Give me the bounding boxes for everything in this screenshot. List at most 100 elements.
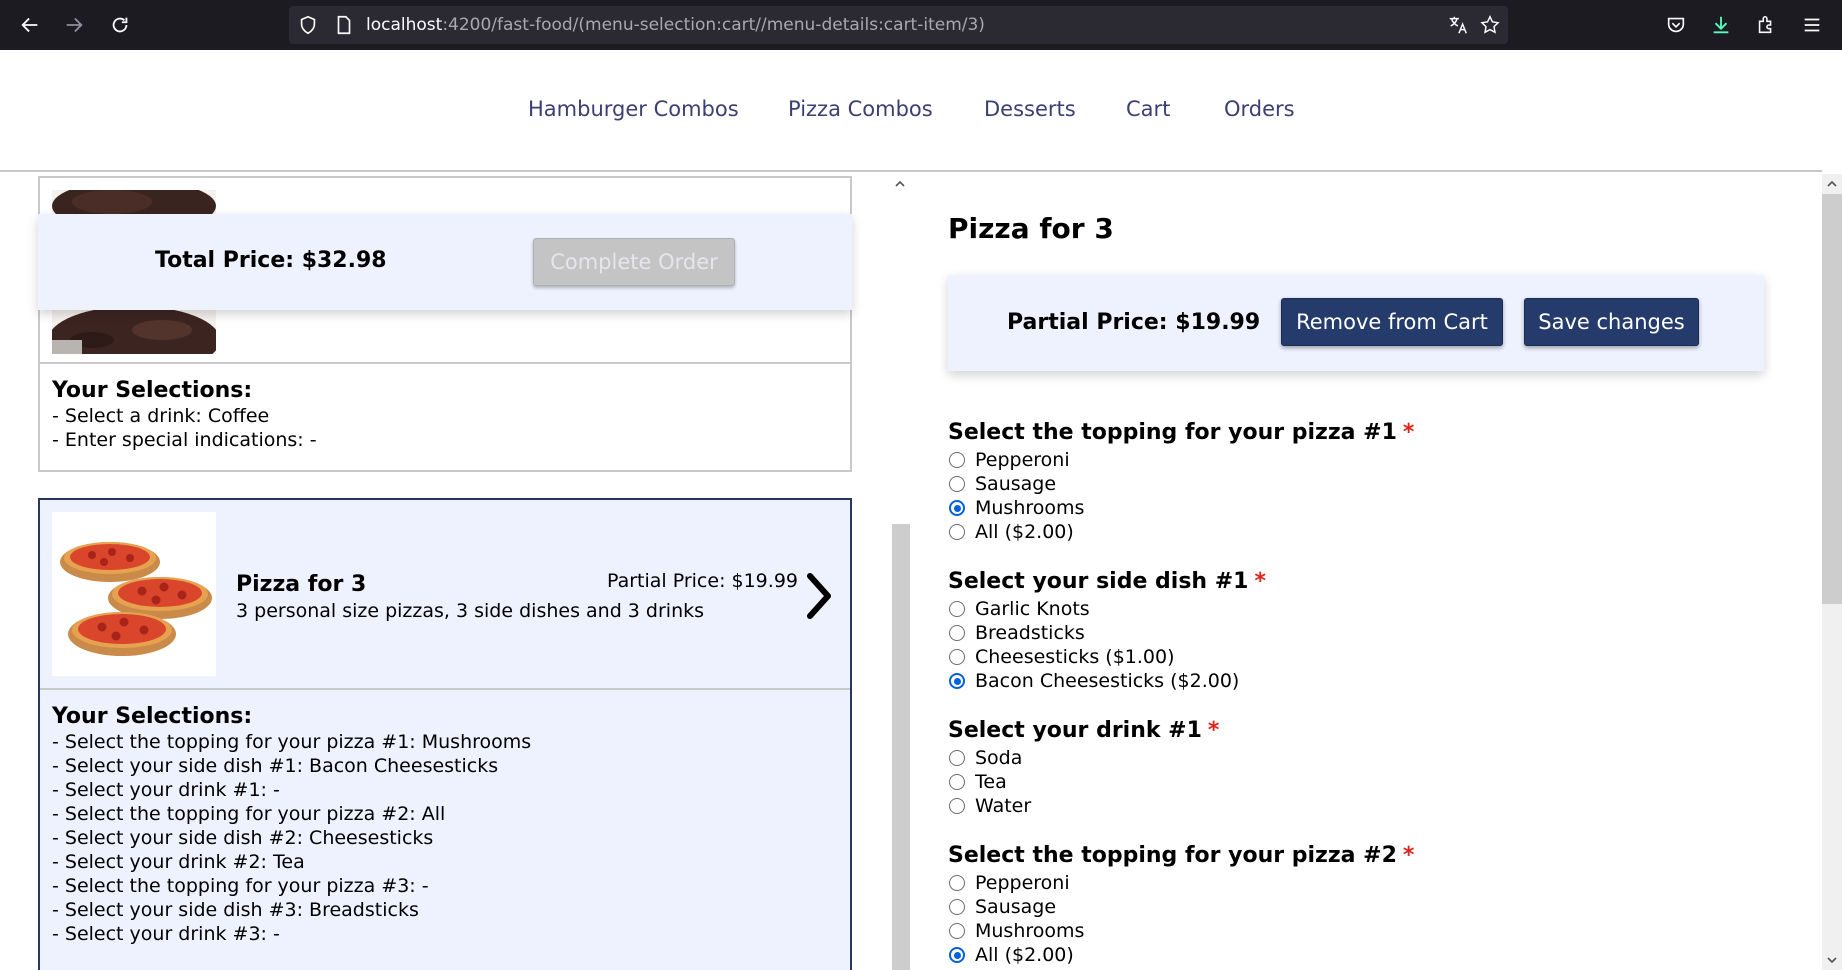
nav-cart[interactable]: Cart [1126,97,1170,121]
radio-unchecked[interactable] [949,601,965,617]
radio-unchecked[interactable] [949,649,965,665]
radio-option[interactable]: Garlic Knots [948,597,1266,621]
radio-label[interactable]: Water [975,794,1031,818]
cart-item-title: Pizza for 3 [236,572,367,597]
radio-checked[interactable] [949,947,965,963]
hamburger-menu-icon [1804,18,1820,32]
radio-option[interactable]: Tea [948,770,1219,794]
translate-icon[interactable] [1447,14,1469,36]
selection-line: - Enter special indications: - [52,429,317,451]
radio-option[interactable]: Pepperoni [948,871,1414,895]
radio-option[interactable]: Mushrooms [948,496,1414,520]
radio-label[interactable]: Mushrooms [975,496,1084,520]
required-asterisk: * [1402,420,1415,445]
radio-unchecked[interactable] [949,476,965,492]
radio-unchecked[interactable] [949,625,965,641]
radio-unchecked[interactable] [949,524,965,540]
option-group-label: Select your drink #1 [948,718,1202,743]
radio-unchecked[interactable] [949,452,965,468]
selection-line: - Select the topping for your pizza #1: … [52,731,532,753]
radio-label[interactable]: All ($2.00) [975,943,1074,967]
radio-option[interactable]: Breadsticks [948,621,1266,645]
forward-button[interactable] [56,7,92,43]
radio-unchecked[interactable] [949,923,965,939]
radio-option[interactable]: All ($2.00) [948,943,1414,967]
save-changes-button[interactable]: Save changes [1524,298,1699,346]
back-button[interactable] [12,7,48,43]
shield-icon[interactable] [297,14,319,36]
radio-unchecked[interactable] [949,798,965,814]
selections-title: Your Selections: [52,704,253,729]
partial-price: Partial Price: $19.99 [1007,310,1261,335]
address-bar[interactable]: localhost:4200/fast-food/(menu-selection… [289,6,1508,44]
radio-option[interactable]: Mushrooms [948,919,1414,943]
cart-item-active[interactable]: Pizza for 3 3 personal size pizzas, 3 si… [38,498,852,970]
downloads-button[interactable] [1703,7,1739,43]
details-pane-scrollbar[interactable] [1822,174,1842,970]
nav-orders[interactable]: Orders [1224,97,1295,121]
required-asterisk: * [1402,843,1415,868]
radio-label[interactable]: Breadsticks [975,621,1085,645]
extensions-button[interactable] [1748,7,1784,43]
radio-unchecked[interactable] [949,750,965,766]
scroll-down-arrow-icon[interactable] [1826,954,1838,966]
reload-button[interactable] [102,7,138,43]
radio-option[interactable]: Water [948,794,1219,818]
radio-label[interactable]: All ($2.00) [975,520,1074,544]
radio-label[interactable]: Tea [975,770,1007,794]
radio-option[interactable]: Sausage [948,472,1414,496]
radio-label[interactable]: Sausage [975,472,1056,496]
scrollbar-thumb[interactable] [892,524,910,970]
puzzle-icon [1758,15,1772,34]
details-title: Pizza for 3 [948,212,1114,245]
option-group: Select the topping for your pizza #2 * Pep… [948,841,1414,967]
nav-hamburger-combos[interactable]: Hamburger Combos [528,97,739,121]
radio-option[interactable]: All ($2.00) [948,520,1414,544]
menu-button[interactable] [1794,7,1830,43]
radio-option[interactable]: Sausage [948,895,1414,919]
cart-pane-scrollbar[interactable] [890,174,910,970]
bookmark-star-icon[interactable] [1479,14,1501,36]
radio-option[interactable]: Soda [948,746,1219,770]
radio-option[interactable]: Cheesesticks ($1.00) [948,645,1266,669]
scroll-up-arrow-icon[interactable] [894,178,906,190]
radio-checked[interactable] [949,673,965,689]
url-path: :4200/fast-food/(menu-selection:cart//me… [442,15,985,35]
radio-option[interactable]: Pepperoni [948,448,1414,472]
required-asterisk: * [1254,569,1266,594]
pocket-button[interactable] [1658,7,1694,43]
selection-line: - Select the topping for your pizza #3: … [52,875,429,897]
selection-line: - Select your drink #1: - [52,779,280,801]
cart-item-description: 3 personal size pizzas, 3 side dishes an… [236,600,705,622]
selection-line: - Select your side dish #2: Cheesesticks [52,827,434,849]
complete-order-button[interactable]: Complete Order [533,238,735,286]
cart-item-header[interactable]: Pizza for 3 3 personal size pizzas, 3 si… [40,500,850,690]
pizza-top [60,542,160,582]
option-group-label: Select your side dish #1 [948,569,1249,594]
radio-unchecked[interactable] [949,899,965,915]
radio-label[interactable]: Mushrooms [975,919,1084,943]
radio-option[interactable]: Bacon Cheesesticks ($2.00) [948,669,1266,693]
chevron-right-icon[interactable] [804,572,834,620]
pizza-bottom [68,612,176,656]
option-group: Select your drink #1 * Soda Tea Water [948,716,1219,818]
radio-label[interactable]: Pepperoni [975,871,1070,895]
radio-unchecked[interactable] [949,875,965,891]
reload-icon [112,17,128,33]
radio-unchecked[interactable] [949,774,965,790]
app-navbar: Hamburger Combos Pizza Combos Desserts C… [0,50,1822,172]
radio-checked[interactable] [949,500,965,516]
nav-pizza-combos[interactable]: Pizza Combos [788,97,933,121]
scroll-up-arrow-icon[interactable] [1826,178,1838,190]
radio-label[interactable]: Garlic Knots [975,597,1090,621]
nav-desserts[interactable]: Desserts [984,97,1076,121]
radio-label[interactable]: Soda [975,746,1022,770]
url-text[interactable]: localhost:4200/fast-food/(menu-selection… [366,15,985,35]
radio-label[interactable]: Pepperoni [975,448,1070,472]
radio-label[interactable]: Sausage [975,895,1056,919]
scrollbar-thumb[interactable] [1822,194,1842,604]
radio-label[interactable]: Bacon Cheesesticks ($2.00) [975,669,1239,693]
remove-from-cart-button[interactable]: Remove from Cart [1281,298,1503,346]
total-price: Total Price: $32.98 [155,248,387,273]
radio-label[interactable]: Cheesesticks ($1.00) [975,645,1175,669]
